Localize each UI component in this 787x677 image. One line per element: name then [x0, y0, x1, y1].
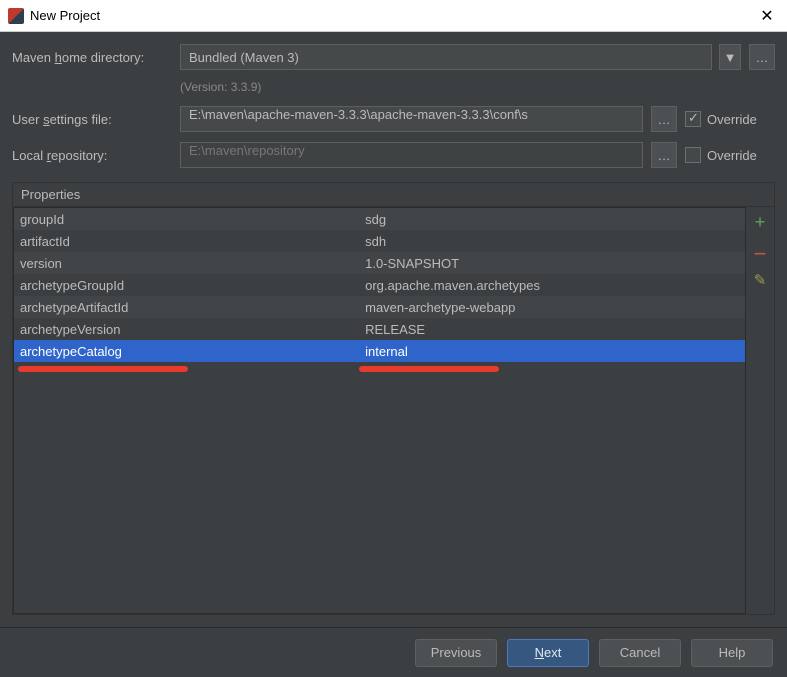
- annotation-underline: [359, 366, 499, 372]
- cancel-button[interactable]: Cancel: [599, 639, 681, 667]
- user-settings-label: User settings file:: [12, 112, 172, 127]
- user-settings-override[interactable]: Override: [685, 111, 775, 127]
- user-settings-input[interactable]: E:\maven\apache-maven-3.3.3\apache-maven…: [180, 106, 643, 132]
- property-key: version: [20, 256, 365, 271]
- checkbox-icon[interactable]: [685, 147, 701, 163]
- content-area: Maven home directory: Bundled (Maven 3) …: [0, 32, 787, 627]
- property-key: archetypeVersion: [20, 322, 365, 337]
- property-value: sdg: [365, 212, 739, 227]
- property-value: internal: [365, 344, 739, 359]
- property-key: archetypeCatalog: [20, 344, 365, 359]
- table-row[interactable]: archetypeCataloginternal: [14, 340, 745, 362]
- table-row[interactable]: archetypeGroupIdorg.apache.maven.archety…: [14, 274, 745, 296]
- property-key: groupId: [20, 212, 365, 227]
- property-key: archetypeArtifactId: [20, 300, 365, 315]
- property-key: archetypeGroupId: [20, 278, 365, 293]
- property-value: sdh: [365, 234, 739, 249]
- checkbox-checked-icon[interactable]: [685, 111, 701, 127]
- footer-buttons: Previous Next Cancel Help: [0, 627, 787, 677]
- property-key: artifactId: [20, 234, 365, 249]
- table-row[interactable]: version1.0-SNAPSHOT: [14, 252, 745, 274]
- help-button[interactable]: Help: [691, 639, 773, 667]
- local-repo-override[interactable]: Override: [685, 147, 775, 163]
- remove-property-button[interactable]: −: [750, 243, 770, 263]
- local-repo-input[interactable]: E:\maven\repository: [180, 142, 643, 168]
- close-icon[interactable]: ✕: [747, 0, 787, 32]
- property-value: maven-archetype-webapp: [365, 300, 739, 315]
- user-settings-browse-button[interactable]: …: [651, 106, 677, 132]
- maven-home-row: Maven home directory: Bundled (Maven 3) …: [12, 44, 775, 70]
- properties-body: groupIdsdgartifactIdsdhversion1.0-SNAPSH…: [13, 207, 774, 614]
- annotation-underline: [18, 366, 188, 372]
- table-row[interactable]: artifactIdsdh: [14, 230, 745, 252]
- add-property-button[interactable]: +: [750, 213, 770, 233]
- property-value: org.apache.maven.archetypes: [365, 278, 739, 293]
- property-value: RELEASE: [365, 322, 739, 337]
- local-repo-label: Local repository:: [12, 148, 172, 163]
- table-row[interactable]: archetypeArtifactIdmaven-archetype-webap…: [14, 296, 745, 318]
- maven-home-dropdown[interactable]: Bundled (Maven 3): [180, 44, 712, 70]
- override-label: Override: [707, 148, 757, 163]
- maven-home-value: Bundled (Maven 3): [189, 50, 299, 65]
- edit-property-button[interactable]: ✎: [750, 273, 770, 293]
- maven-version-text: (Version: 3.3.9): [180, 80, 775, 94]
- app-icon: [8, 8, 24, 24]
- table-row[interactable]: archetypeVersionRELEASE: [14, 318, 745, 340]
- local-repo-browse-button[interactable]: …: [651, 142, 677, 168]
- properties-side-buttons: + − ✎: [746, 207, 774, 614]
- override-label: Override: [707, 112, 757, 127]
- maven-home-label: Maven home directory:: [12, 50, 172, 65]
- properties-panel: Properties groupIdsdgartifactIdsdhversio…: [12, 182, 775, 615]
- local-repo-row: Local repository: E:\maven\repository … …: [12, 142, 775, 168]
- previous-button[interactable]: Previous: [415, 639, 497, 667]
- next-button[interactable]: Next: [507, 639, 589, 667]
- titlebar: New Project ✕: [0, 0, 787, 32]
- properties-table[interactable]: groupIdsdgartifactIdsdhversion1.0-SNAPSH…: [13, 207, 746, 614]
- window-title: New Project: [30, 8, 747, 23]
- properties-title: Properties: [13, 183, 774, 207]
- property-value: 1.0-SNAPSHOT: [365, 256, 739, 271]
- user-settings-row: User settings file: E:\maven\apache-mave…: [12, 106, 775, 132]
- maven-home-browse-button[interactable]: …: [749, 44, 775, 70]
- chevron-down-icon[interactable]: ▼: [719, 44, 741, 70]
- table-row[interactable]: groupIdsdg: [14, 208, 745, 230]
